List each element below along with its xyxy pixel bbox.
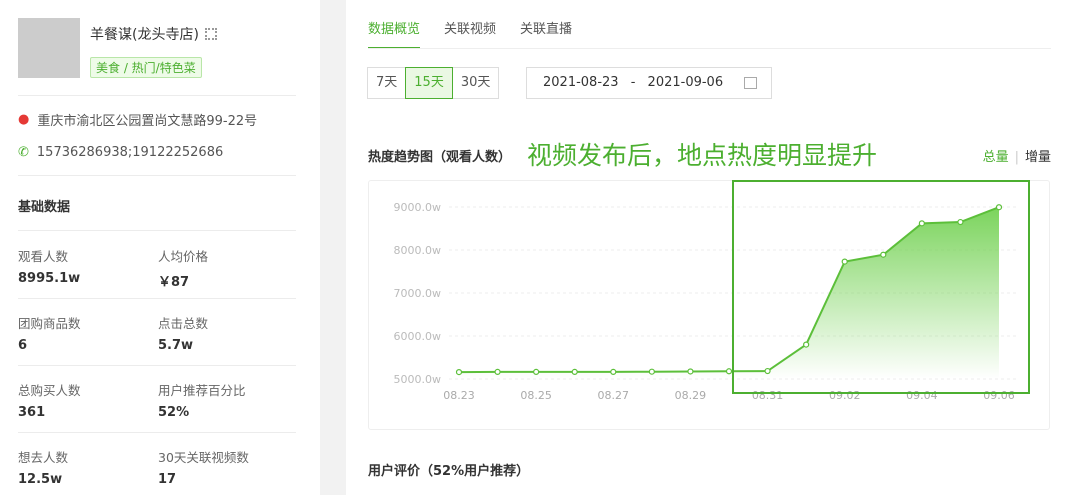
- phone-text: 15736286938;19122252686: [36, 145, 224, 160]
- divider: [18, 298, 296, 299]
- stat-label: 总购买人数: [18, 383, 81, 398]
- shop-panel: 羊餐谋(龙头寺店) 美食 / 热门/特色菜 ● 重庆市渝北区公园置尚文慧路99-2…: [0, 0, 320, 495]
- range-15d[interactable]: 15天: [405, 67, 453, 99]
- stat-label: 用户推荐百分比: [158, 383, 246, 398]
- tab-related-videos[interactable]: 关联视频: [444, 18, 496, 49]
- range-selector: 7天 15天 30天: [367, 67, 500, 99]
- end-date: 2021-09-06: [647, 75, 724, 90]
- basic-data-title: 基础数据: [18, 200, 71, 215]
- x-tick-label: 08.23: [443, 389, 475, 402]
- address: ● 重庆市渝北区公园置尚文慧路99-22号: [18, 110, 257, 129]
- y-tick-label: 9000.0w: [394, 201, 442, 214]
- y-tick-label: 8000.0w: [394, 244, 442, 257]
- data-point: [571, 368, 578, 376]
- stat-value: 52%: [158, 405, 190, 420]
- mode-separator: |: [1014, 150, 1019, 165]
- stat-value: 17: [158, 472, 177, 487]
- data-point: [533, 368, 540, 376]
- annotation-text: 视频发布后，地点热度明显提升: [527, 141, 878, 170]
- chart-title: 热度趋势图（观看人数）: [368, 150, 512, 165]
- stat-item: 点击总数 5.7w: [158, 313, 208, 353]
- stat-item: 用户推荐百分比 52%: [158, 380, 246, 420]
- mode-total[interactable]: 总量: [983, 150, 1009, 165]
- tab-related-live[interactable]: 关联直播: [520, 18, 572, 49]
- data-point: [687, 368, 694, 375]
- mode-toggle: 总量 | 增量: [983, 146, 1051, 165]
- data-point: [494, 368, 501, 376]
- tab-divider: [368, 48, 1051, 49]
- stat-value: 8995.1w: [18, 271, 81, 286]
- shop-name-text: 羊餐谋(龙头寺店): [90, 27, 199, 43]
- stat-item: 总购买人数 361: [18, 380, 81, 420]
- y-tick-label: 7000.0w: [394, 287, 442, 300]
- highlight-box: [732, 180, 1030, 394]
- stat-label: 点击总数: [158, 316, 209, 331]
- data-point: [610, 368, 617, 376]
- tabs: 数据概览 关联视频 关联直播: [368, 18, 572, 49]
- stat-value: 12.5w: [18, 472, 63, 487]
- x-tick-label: 08.25: [520, 389, 552, 402]
- stat-value: 6: [18, 338, 28, 353]
- category-tag: 美食 / 热门/特色菜: [90, 57, 202, 78]
- stat-label: 30天关联视频数: [158, 450, 249, 465]
- phone-icon: ✆: [18, 145, 29, 160]
- divider: [18, 175, 296, 176]
- address-text: 重庆市渝北区公园置尚文慧路99-22号: [37, 114, 258, 129]
- divider: [18, 95, 296, 96]
- x-tick-label: 08.29: [675, 389, 707, 402]
- date-range-picker[interactable]: 2021-08-23 - 2021-09-06: [526, 67, 772, 99]
- data-point: [725, 368, 733, 375]
- stat-label: 观看人数: [18, 249, 69, 264]
- divider: [18, 432, 296, 433]
- date-separator: -: [630, 75, 636, 90]
- y-tick-label: 6000.0w: [394, 330, 442, 343]
- location-pin-icon: ●: [18, 112, 30, 127]
- mode-increment[interactable]: 增量: [1025, 150, 1051, 165]
- stat-value: 361: [18, 405, 46, 420]
- user-evaluation-title: 用户评价（52%用户推荐）: [368, 464, 530, 479]
- calendar-icon: [744, 77, 757, 89]
- stat-item: 团购商品数 6: [18, 313, 81, 353]
- data-point: [455, 369, 463, 376]
- divider: [18, 365, 296, 366]
- panel-separator: [320, 0, 346, 495]
- stat-value: ￥87: [158, 275, 190, 290]
- range-7d[interactable]: 7天: [367, 67, 407, 99]
- start-date: 2021-08-23: [543, 75, 619, 90]
- qr-code-icon[interactable]: [204, 28, 217, 40]
- tab-overview[interactable]: 数据概览: [368, 18, 421, 49]
- x-tick-label: 08.27: [598, 389, 630, 402]
- stat-item: 30天关联视频数 17: [158, 447, 249, 487]
- phone: ✆ 15736286938;19122252686: [18, 145, 223, 160]
- stat-label: 想去人数: [18, 450, 69, 465]
- stat-item: 人均价格 ￥87: [158, 246, 208, 290]
- stat-value: 5.7w: [158, 338, 194, 353]
- main-panel: 数据概览 关联视频 关联直播 7天 15天 30天 2021-08-23 - 2…: [346, 0, 1079, 495]
- shop-image: [18, 18, 80, 78]
- shop-name: 羊餐谋(龙头寺店): [90, 24, 217, 44]
- y-tick-label: 5000.0w: [394, 373, 442, 386]
- divider: [18, 230, 296, 231]
- stat-item: 想去人数 12.5w: [18, 447, 68, 487]
- range-30d[interactable]: 30天: [451, 67, 500, 99]
- stat-label: 团购商品数: [18, 316, 81, 331]
- stat-label: 人均价格: [158, 249, 209, 264]
- data-point: [648, 368, 655, 375]
- stat-item: 观看人数 8995.1w: [18, 246, 80, 286]
